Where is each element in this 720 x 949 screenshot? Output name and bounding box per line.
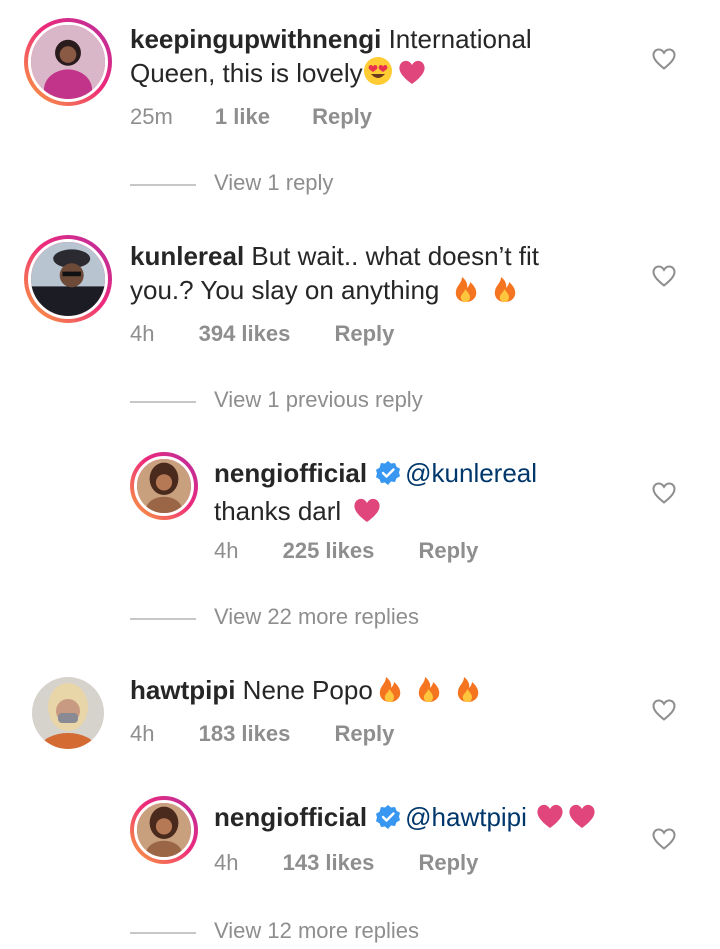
avatar[interactable] [130, 452, 198, 520]
username[interactable]: hawtpipi [130, 675, 235, 705]
comment-time: 4h [130, 321, 155, 346]
username[interactable]: nengiofficial [214, 458, 367, 488]
view-replies-label[interactable]: View 1 reply [214, 170, 333, 196]
comment-hawtpipi: hawtpipi Nene Popo 4h 183 likes Reply [0, 651, 720, 781]
likes-count[interactable]: 183 likes [199, 721, 291, 747]
like-heart-icon[interactable] [652, 48, 676, 70]
fire-emoji [416, 673, 442, 711]
heart-eyes-emoji [363, 56, 393, 94]
comment-text-cont: Queen, this is lovely [130, 58, 363, 88]
verified-badge-icon [375, 460, 401, 494]
reply-button[interactable]: Reply [312, 104, 372, 130]
like-heart-icon[interactable] [652, 482, 676, 504]
fire-emoji [377, 673, 403, 711]
red-heart-emoji [567, 802, 597, 838]
reply-nengiofficial-kunlereal: nengiofficial @kunlereal thanks darl 4h 2… [0, 434, 720, 644]
avatar[interactable] [24, 235, 112, 323]
view-replies-label[interactable]: View 12 more replies [214, 918, 419, 944]
reply-button[interactable]: Reply [418, 850, 478, 876]
comment-time: 4h [214, 538, 239, 563]
reply-nengiofficial-hawtpipi: nengiofficial @hawtpipi 4h 143 likes Repl… [0, 780, 720, 949]
likes-count[interactable]: 394 likes [199, 321, 291, 347]
avatar[interactable] [24, 18, 112, 106]
like-heart-icon[interactable] [652, 699, 676, 721]
fire-emoji [455, 673, 481, 711]
comment-text: Nene Popo [242, 675, 373, 705]
mention-link[interactable]: @kunlereal [405, 458, 537, 488]
comment-text: But wait.. what doesn’t fit [251, 241, 539, 271]
reply-button[interactable]: Reply [418, 538, 478, 564]
red-heart-emoji [352, 496, 382, 532]
red-heart-emoji [397, 58, 427, 94]
username[interactable]: nengiofficial [214, 802, 367, 832]
avatar[interactable] [32, 677, 104, 749]
comment-kunlereal: kunlereal But wait.. what doesn’t fit yo… [0, 217, 720, 427]
comment-text-cont: you.? You slay on anything [130, 275, 440, 305]
likes-count[interactable]: 143 likes [283, 850, 375, 876]
likes-count[interactable]: 1 like [215, 104, 270, 130]
fire-emoji [453, 273, 479, 311]
comment-time: 4h [130, 721, 155, 746]
view-replies-label[interactable]: View 1 previous reply [214, 387, 423, 413]
fire-emoji [492, 273, 518, 311]
mention-link[interactable]: @hawtpipi [405, 802, 527, 832]
comment-time: 4h [214, 850, 239, 875]
username[interactable]: keepingupwithnengi [130, 24, 381, 54]
view-replies-label[interactable]: View 22 more replies [214, 604, 419, 630]
comment-text: International [388, 24, 532, 54]
comment-text: thanks darl [214, 496, 342, 526]
comment-time: 25m [130, 104, 173, 129]
reply-button[interactable]: Reply [334, 321, 394, 347]
avatar[interactable] [130, 796, 198, 864]
reply-button[interactable]: Reply [334, 721, 394, 747]
like-heart-icon[interactable] [652, 265, 676, 287]
comment-keepingupwithnengi: keepingupwithnengi International Queen, … [0, 0, 720, 210]
likes-count[interactable]: 225 likes [283, 538, 375, 564]
red-heart-emoji [535, 802, 565, 838]
username[interactable]: kunlereal [130, 241, 244, 271]
like-heart-icon[interactable] [652, 828, 676, 850]
verified-badge-icon [375, 804, 401, 838]
